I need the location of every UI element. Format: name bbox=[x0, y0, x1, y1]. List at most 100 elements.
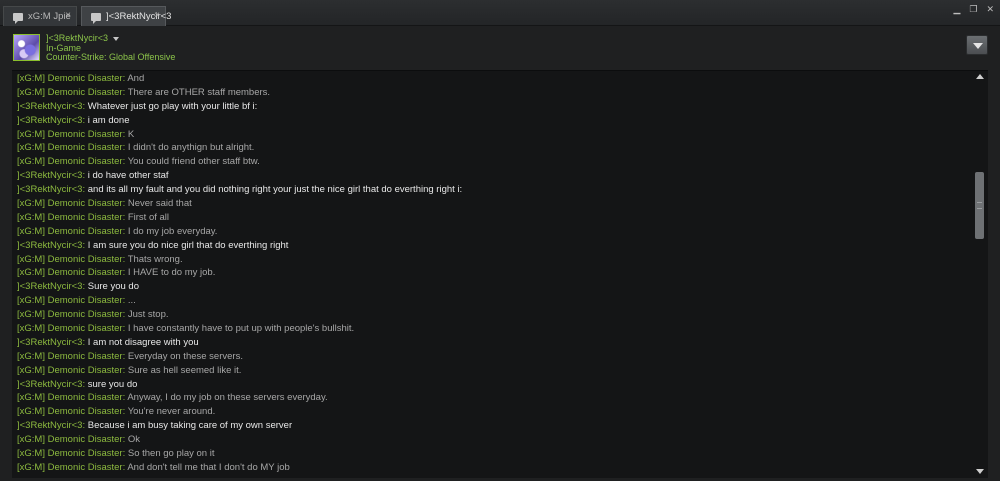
chat-message: [xG:M] Demonic Disaster: ... bbox=[17, 294, 967, 308]
chat-scrollbar[interactable] bbox=[974, 72, 985, 476]
message-sender[interactable]: [xG:M] Demonic Disaster bbox=[17, 392, 123, 403]
message-sender[interactable]: [xG:M] Demonic Disaster bbox=[17, 462, 123, 473]
scroll-thumb[interactable] bbox=[975, 172, 984, 239]
message-sender[interactable]: ]<3RektNycir<3 bbox=[17, 281, 82, 292]
message-sender[interactable]: ]<3RektNycir<3 bbox=[17, 115, 82, 126]
message-text: And don't tell me that I don't do MY job bbox=[127, 461, 290, 473]
message-text: Just stop. bbox=[127, 309, 169, 321]
scroll-up-icon[interactable] bbox=[975, 72, 984, 81]
message-sender[interactable]: ]<3RektNycir<3 bbox=[17, 420, 82, 431]
chat-message: [xG:M] Demonic Disaster: Ok bbox=[17, 433, 967, 447]
message-text: Everyday on these servers. bbox=[127, 350, 243, 362]
minimize-icon[interactable]: ▁ bbox=[953, 4, 960, 14]
message-text: I have constantly have to put up with pe… bbox=[127, 323, 355, 335]
message-sender[interactable]: [xG:M] Demonic Disaster bbox=[17, 254, 123, 265]
tab-label: ]<3RektNycir<3 bbox=[106, 11, 172, 22]
message-sender[interactable]: [xG:M] Demonic Disaster bbox=[17, 351, 123, 362]
message-text: There are OTHER staff members. bbox=[127, 86, 271, 98]
chat-bubble-icon bbox=[13, 12, 23, 24]
message-text: ... bbox=[127, 295, 136, 307]
message-text: You're never around. bbox=[127, 406, 216, 418]
tab-close-icon[interactable]: × bbox=[154, 10, 160, 21]
tab-xgm-jpie[interactable]: xG:M Jpie × bbox=[3, 6, 77, 26]
message-text: Whatever just go play with your little b… bbox=[87, 100, 258, 112]
chat-message: ]<3RektNycir<3: sure you do bbox=[17, 378, 967, 392]
message-sender[interactable]: [xG:M] Demonic Disaster bbox=[17, 142, 123, 153]
message-sender[interactable]: [xG:M] Demonic Disaster bbox=[17, 323, 123, 334]
friend-name[interactable]: ]<3RektNycir<3 bbox=[46, 33, 120, 43]
chat-options-button[interactable] bbox=[966, 35, 988, 55]
message-text: So then go play on it bbox=[127, 448, 215, 460]
chat-message: [xG:M] Demonic Disaster: So then go play… bbox=[17, 447, 967, 461]
chat-message: [xG:M] Demonic Disaster: Thats wrong. bbox=[17, 253, 967, 267]
message-sender[interactable]: [xG:M] Demonic Disaster bbox=[17, 295, 123, 306]
restore-icon[interactable]: ❐ bbox=[969, 4, 977, 14]
message-sender[interactable]: [xG:M] Demonic Disaster bbox=[17, 226, 123, 237]
chat-message: ]<3RektNycir<3: Whatever just go play wi… bbox=[17, 100, 967, 114]
message-text: I didn't do anythign but alright. bbox=[127, 142, 255, 154]
chat-message: ]<3RektNycir<3: i do have other staf bbox=[17, 169, 967, 183]
message-sender[interactable]: [xG:M] Demonic Disaster bbox=[17, 448, 123, 459]
message-sender[interactable]: [xG:M] Demonic Disaster bbox=[17, 73, 123, 84]
message-text: sure you do bbox=[87, 378, 138, 390]
chat-message: [xG:M] Demonic Disaster: Never said that bbox=[17, 197, 967, 211]
message-text: I am not disagree with you bbox=[87, 336, 199, 348]
chat-message: [xG:M] Demonic Disaster: I do my job eve… bbox=[17, 225, 967, 239]
message-text: Anyway, I do my job on these servers eve… bbox=[127, 392, 328, 404]
tab-rektnycir[interactable]: ]<3RektNycir<3 × bbox=[81, 6, 171, 26]
scroll-down-icon[interactable] bbox=[975, 467, 984, 476]
chat-message: [xG:M] Demonic Disaster: Everyday on the… bbox=[17, 350, 967, 364]
message-sender[interactable]: [xG:M] Demonic Disaster bbox=[17, 267, 123, 278]
message-text: First of all bbox=[127, 211, 170, 223]
chat-message: [xG:M] Demonic Disaster: First of all bbox=[17, 211, 967, 225]
chat-message: [xG:M] Demonic Disaster: You're never ar… bbox=[17, 405, 967, 419]
chat-message: [xG:M] Demonic Disaster: Anyway, I do my… bbox=[17, 391, 967, 405]
message-text: Thats wrong. bbox=[127, 253, 183, 265]
message-sender[interactable]: [xG:M] Demonic Disaster bbox=[17, 212, 123, 223]
tab-close-icon[interactable]: × bbox=[65, 10, 71, 21]
chat-message: ]<3RektNycir<3: i am done bbox=[17, 114, 967, 128]
chat-message: [xG:M] Demonic Disaster: Just stop. bbox=[17, 308, 967, 322]
message-sender[interactable]: [xG:M] Demonic Disaster bbox=[17, 198, 123, 209]
chat-message: [xG:M] Demonic Disaster: There are OTHER… bbox=[17, 86, 967, 100]
chevron-down-icon[interactable] bbox=[113, 36, 120, 41]
chat-log[interactable]: [xG:M] Demonic Disaster: And [xG:M] Demon… bbox=[12, 70, 988, 478]
message-text: I HAVE to do my job. bbox=[127, 267, 216, 279]
message-text: Sure as hell seemed like it. bbox=[127, 364, 242, 376]
message-text: Sure you do bbox=[87, 281, 139, 293]
message-sender[interactable]: [xG:M] Demonic Disaster bbox=[17, 129, 123, 140]
message-text: K bbox=[127, 128, 135, 140]
message-sender[interactable]: ]<3RektNycir<3 bbox=[17, 101, 82, 112]
message-text: i am done bbox=[87, 114, 130, 126]
message-sender[interactable]: ]<3RektNycir<3 bbox=[17, 379, 82, 390]
message-text: You could friend other staff btw. bbox=[127, 156, 260, 168]
friend-header: ]<3RektNycir<3 In-Game Counter-Strike: G… bbox=[0, 26, 1000, 68]
message-text: And bbox=[127, 73, 145, 84]
chat-bubble-icon bbox=[91, 12, 101, 24]
close-icon[interactable]: ✕ bbox=[986, 4, 994, 14]
message-text: I am sure you do nice girl that do evert… bbox=[87, 239, 289, 251]
chat-message: [xG:M] Demonic Disaster: And bbox=[17, 72, 967, 86]
message-list: [xG:M] Demonic Disaster: And [xG:M] Demon… bbox=[17, 72, 967, 475]
triangle-down-icon bbox=[973, 43, 983, 49]
title-bar: xG:M Jpie × ]<3RektNycir<3 × ▁ ❐ ✕ bbox=[0, 0, 1000, 26]
message-sender[interactable]: [xG:M] Demonic Disaster bbox=[17, 87, 123, 98]
chat-message: [xG:M] Demonic Disaster: I HAVE to do my… bbox=[17, 266, 967, 280]
message-sender[interactable]: ]<3RektNycir<3 bbox=[17, 170, 82, 181]
message-text: i do have other staf bbox=[87, 170, 169, 182]
message-sender[interactable]: [xG:M] Demonic Disaster bbox=[17, 365, 123, 376]
chat-message: [xG:M] Demonic Disaster: I didn't do any… bbox=[17, 141, 967, 155]
message-text: and its all my fault and you did nothing… bbox=[87, 184, 463, 196]
message-sender[interactable]: [xG:M] Demonic Disaster bbox=[17, 406, 123, 417]
message-sender[interactable]: ]<3RektNycir<3 bbox=[17, 337, 82, 348]
message-sender[interactable]: [xG:M] Demonic Disaster bbox=[17, 309, 123, 320]
message-sender[interactable]: [xG:M] Demonic Disaster bbox=[17, 156, 123, 167]
avatar[interactable] bbox=[13, 34, 40, 61]
message-sender[interactable]: ]<3RektNycir<3 bbox=[17, 240, 82, 251]
chat-message: [xG:M] Demonic Disaster: You could frien… bbox=[17, 155, 967, 169]
message-sender[interactable]: ]<3RektNycir<3 bbox=[17, 184, 82, 195]
message-text: Because i am busy taking care of my own … bbox=[87, 420, 293, 432]
chat-message: ]<3RektNycir<3: I am not disagree with y… bbox=[17, 336, 967, 350]
message-sender[interactable]: [xG:M] Demonic Disaster bbox=[17, 434, 123, 445]
message-text: I do my job everyday. bbox=[127, 225, 218, 237]
